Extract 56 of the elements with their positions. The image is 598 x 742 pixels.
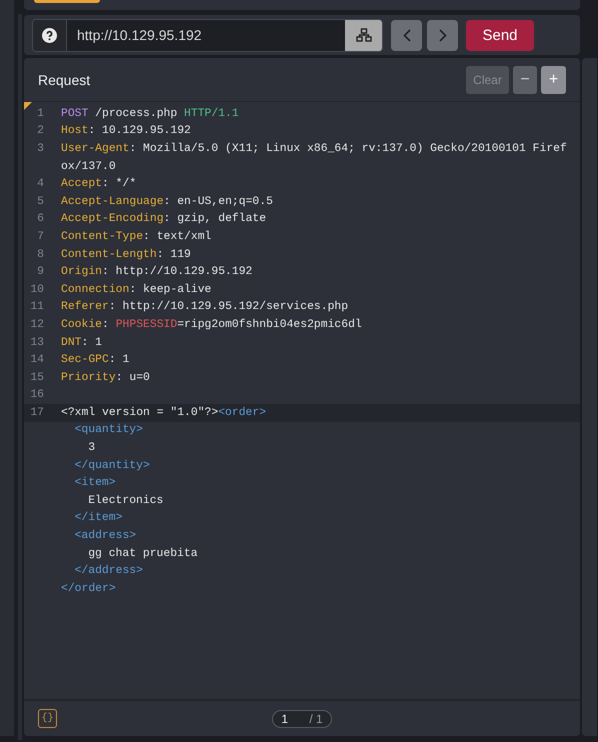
code-line: Cookie: PHPSESSID=ripg2om0fshnbi04es2pmic6dl <box>61 318 362 331</box>
send-button[interactable]: Send <box>466 20 534 50</box>
chevron-right-icon <box>438 28 446 42</box>
line-number: 14 <box>29 354 44 366</box>
forward-button[interactable] <box>427 20 458 50</box>
panel-title: Request <box>38 72 92 88</box>
line-number: 13 <box>29 336 44 349</box>
line-number: 16 <box>29 389 44 402</box>
code-line: Connection: keep-alive <box>61 284 212 296</box>
zoom-in-button[interactable]: + <box>541 66 566 94</box>
line-number: 6 <box>36 213 44 226</box>
code-line: DNT: 1 <box>61 336 102 349</box>
line-number: 15 <box>29 372 44 384</box>
code-line: </quantity> <box>74 460 150 472</box>
code-line: Content-Type: text/xml <box>61 230 212 243</box>
chevron-left-icon <box>402 28 410 42</box>
line-number: 7 <box>36 230 44 243</box>
page-field[interactable]: 1 / 1 <box>272 710 332 728</box>
code-line: </item> <box>74 512 122 524</box>
code-line: Accept-Encoding: gzip, deflate <box>61 213 266 226</box>
back-button[interactable] <box>391 20 422 50</box>
format-button[interactable]: {} <box>38 709 57 728</box>
line-number: 11 <box>29 301 44 314</box>
line-number: 17 <box>29 406 44 419</box>
code-line: Accept: */* <box>61 178 136 190</box>
code-line: <quantity> <box>74 424 143 436</box>
code-line: ox/137.0 <box>61 160 116 173</box>
code-line: <?xml version = "1.0"?><order> <box>61 406 266 419</box>
code-line: 3 <box>87 442 96 454</box>
code-line: Sec-GPC: 1 <box>61 354 130 366</box>
line-number: 12 <box>29 318 44 331</box>
code-line: Electronics <box>87 494 164 507</box>
code-line: Priority: u=0 <box>61 372 150 384</box>
code-line: Accept-Language: en-US,en;q=0.5 <box>61 196 273 208</box>
line-number: 1 <box>36 108 44 120</box>
code-line: Content-Length: 119 <box>61 248 191 261</box>
line-number: 10 <box>29 284 44 296</box>
line-number: 8 <box>36 248 44 261</box>
line-number: 5 <box>36 196 44 208</box>
code-line: </order> <box>61 582 116 595</box>
code-line: POST /process.php HTTP/1.1 <box>61 108 239 120</box>
code-line: gg chat pruebita <box>87 548 198 560</box>
corner-marker-icon <box>24 102 32 110</box>
code-line: Referer: http://10.129.95.192/services.php <box>61 301 348 314</box>
code-line: Host: 10.129.95.192 <box>61 125 191 138</box>
code-line: </address> <box>74 565 143 578</box>
zoom-out-button[interactable]: − <box>513 66 537 94</box>
code-line: <address> <box>74 530 136 542</box>
code-line: Origin: http://10.129.95.192 <box>61 266 252 278</box>
code-line: <item> <box>74 477 116 490</box>
line-number: 4 <box>36 178 44 190</box>
line-number: 3 <box>36 142 44 155</box>
line-number: 9 <box>36 266 44 278</box>
line-number: 2 <box>36 125 44 138</box>
active-tab-edge[interactable] <box>34 0 100 3</box>
code-line: User-Agent: Mozilla/5.0 (X11; Linux x86_64; rv:137.0) Gecko/20100101 Firef <box>61 142 567 155</box>
